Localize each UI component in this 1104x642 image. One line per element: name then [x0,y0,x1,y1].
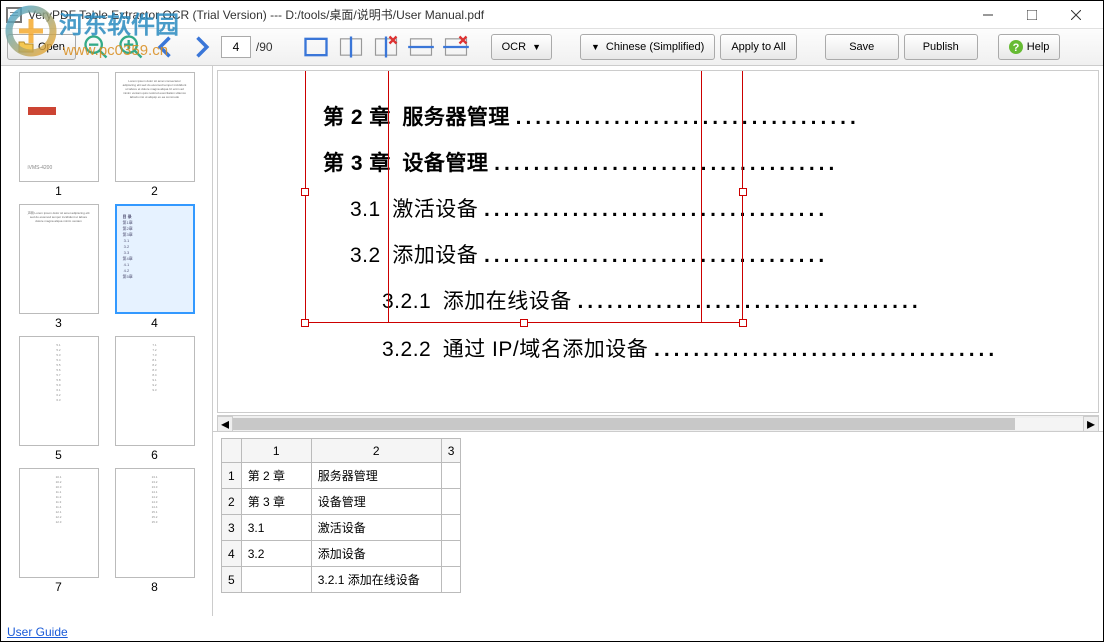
zoom-out-button[interactable] [81,32,111,62]
table-row: 33.1激活设备 [222,515,461,541]
page-number-input[interactable] [221,36,251,58]
arrow-right-icon [187,33,215,61]
rect-icon [302,33,330,61]
thumb-2[interactable]: Lorem ipsum dolor sit amet consectetur a… [115,72,195,182]
table-row: 53.2.1 添加在线设备 [222,567,461,593]
zoom-in-button[interactable] [116,32,146,62]
save-button[interactable]: Save [825,34,899,60]
scroll-right-button[interactable]: ▸ [1083,416,1099,432]
thumb-7[interactable]: 10.110.210.311.111.211.311.412.112.212.3 [19,468,99,578]
thumb-5[interactable]: 5.15.25.35.45.55.65.75.85.96.16.26.3 [19,336,99,446]
thumb-8[interactable]: 13.113.213.314.114.214.314.415.115.215.3 [115,468,195,578]
vline-icon [337,33,365,61]
scroll-left-button[interactable]: ◂ [217,416,233,432]
table-row: 2第 3 章设备管理 [222,489,461,515]
page-total-label: /90 [256,40,273,54]
column-divider-2[interactable] [701,71,702,323]
handle-br[interactable] [739,319,747,327]
publish-button[interactable]: Publish [904,34,978,60]
lang-dropdown[interactable]: ▼Chinese (Simplified) [580,34,715,60]
prev-page-button[interactable] [151,32,181,62]
add-hline-button[interactable] [406,32,436,62]
vline-x-icon [372,33,400,61]
document-canvas[interactable]: 第 2 章 服务器管理 ............................… [217,70,1099,413]
chevron-down-icon: ▼ [532,42,541,52]
selection-rect[interactable] [305,71,743,323]
window-titlebar: VeryPDF Table Extractor OCR (Trial Versi… [1,1,1103,29]
help-button[interactable]: ?Help [998,34,1061,60]
chevron-down-icon: ▼ [591,42,600,52]
thumb-3[interactable]: 声明 Lorem ipsum dolor sit amet adipiscing… [19,204,99,314]
apply-all-button[interactable]: Apply to All [720,34,796,60]
minimize-button[interactable] [966,2,1010,28]
extracted-table[interactable]: 123 1第 2 章服务器管理 2第 3 章设备管理 33.1激活设备 43.2… [221,438,461,593]
window-title: VeryPDF Table Extractor OCR (Trial Versi… [28,6,966,23]
del-vline-button[interactable] [371,32,401,62]
user-guide-link[interactable]: User Guide [7,625,68,639]
select-rect-button[interactable] [301,32,331,62]
zoom-out-icon [82,33,110,61]
hline-x-icon [442,33,470,61]
add-vline-button[interactable] [336,32,366,62]
arrow-left-icon [152,33,180,61]
table-row: 43.2添加设备 [222,541,461,567]
folder-open-icon [18,39,34,55]
main-toolbar: Open /90 OCR ▼ ▼Chinese (Simplified) App… [1,29,1103,66]
scrollbar-track[interactable] [233,418,1083,430]
zoom-in-icon [117,33,145,61]
extracted-table-pane: 123 1第 2 章服务器管理 2第 3 章设备管理 33.1激活设备 43.2… [213,431,1103,616]
handle-bm[interactable] [520,319,528,327]
right-column: 第 2 章 服务器管理 ............................… [213,66,1103,616]
horizontal-scrollbar[interactable]: ◂ ▸ [217,415,1099,431]
help-icon: ? [1009,40,1023,54]
open-button[interactable]: Open [7,34,76,60]
maximize-button[interactable] [1010,2,1054,28]
app-icon [6,7,22,23]
svg-text:?: ? [1012,42,1019,54]
scrollbar-thumb[interactable] [233,418,1015,430]
thumb-1[interactable]: iVMS-4200 [19,72,99,182]
hline-icon [407,33,435,61]
column-divider-1[interactable] [388,71,389,323]
close-button[interactable] [1054,2,1098,28]
table-row: 1第 2 章服务器管理 [222,463,461,489]
thumb-6[interactable]: 7.17.27.38.18.28.38.49.19.29.3 [115,336,195,446]
ocr-button[interactable]: OCR ▼ [491,34,552,60]
thumbnail-panel: iVMS-42001 Lorem ipsum dolor sit amet co… [1,66,213,616]
handle-ml[interactable] [301,188,309,196]
handle-bl[interactable] [301,319,309,327]
document-viewer: 第 2 章 服务器管理 ............................… [213,66,1103,431]
main-area: iVMS-42001 Lorem ipsum dolor sit amet co… [1,66,1103,616]
next-page-button[interactable] [186,32,216,62]
thumb-4[interactable]: 目 录第1章第2章第3章 3.1 3.2 3.3第4章 4.1 4.2第5章 [115,204,195,314]
del-hline-button[interactable] [441,32,471,62]
handle-mr[interactable] [739,188,747,196]
